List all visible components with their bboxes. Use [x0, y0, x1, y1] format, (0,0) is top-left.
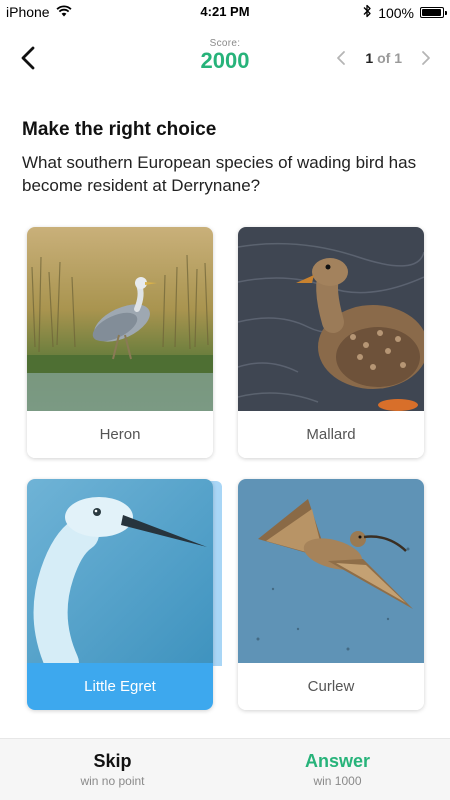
choice-label: Curlew — [238, 663, 424, 710]
choice-card-little-egret[interactable]: Little Egret — [27, 479, 213, 710]
choice-card-curlew[interactable]: Curlew — [238, 479, 424, 710]
answer-subtitle: win 1000 — [313, 774, 362, 788]
pager-total: of 1 — [377, 50, 402, 66]
choice-label: Little Egret — [27, 663, 213, 710]
little-egret-photo — [27, 479, 213, 663]
curlew-photo — [238, 479, 424, 663]
choice-label: Heron — [27, 411, 213, 458]
question-text: What southern European species of wading… — [22, 153, 417, 195]
mallard-photo — [238, 227, 424, 411]
choice-label: Mallard — [238, 411, 424, 458]
choice-card-heron[interactable]: Heron — [27, 227, 213, 458]
battery-icon — [420, 7, 447, 18]
answer-button[interactable]: Answer win 1000 — [225, 751, 450, 788]
question-pager: 1 of 1 — [331, 46, 436, 70]
pager-position: 1 of 1 — [365, 50, 402, 66]
question-title: Make the right choice — [22, 119, 217, 140]
bluetooth-icon — [362, 4, 372, 21]
choice-card-mallard[interactable]: Mallard — [238, 227, 424, 458]
pager-current: 1 — [365, 50, 374, 66]
heron-photo — [27, 227, 213, 411]
status-right: 100% — [362, 4, 447, 21]
answer-title: Answer — [304, 751, 371, 771]
next-question-button[interactable] — [416, 46, 436, 70]
skip-button[interactable]: Skip win no point — [0, 751, 225, 788]
battery-level — [422, 9, 441, 16]
skip-title: Skip — [93, 751, 132, 771]
skip-subtitle: win no point — [80, 774, 145, 788]
battery-percent: 100% — [378, 4, 414, 21]
chevron-left-icon — [337, 51, 346, 65]
status-bar: iPhone 4:21 PM 100% — [0, 0, 450, 24]
action-bar: Skip win no point Answer win 1000 — [0, 738, 450, 800]
previous-question-button[interactable] — [331, 46, 351, 70]
chevron-right-icon — [422, 51, 430, 65]
quiz-header: Score: 2000 1 of 1 — [0, 30, 450, 86]
